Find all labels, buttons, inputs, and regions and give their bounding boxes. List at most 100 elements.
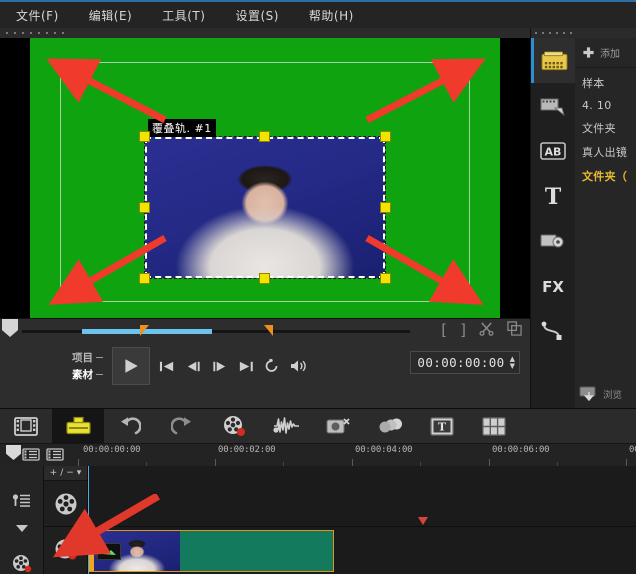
rail-graphic-icon[interactable] (531, 218, 575, 263)
resize-handle-top-center[interactable] (259, 131, 270, 142)
resize-handle-bottom-right[interactable] (380, 273, 391, 284)
multi-trim-button[interactable] (364, 409, 416, 443)
player-timecode-field[interactable]: 00:00:00:00 ▲ ▼ (410, 351, 520, 374)
volume-button[interactable] (289, 358, 308, 374)
trim-button-group: [ ] (441, 321, 522, 339)
ruler-tick-label: 00:00:08:00 (629, 445, 636, 455)
track-number-column: + / − ▾ (44, 466, 88, 574)
rail-transition-icon[interactable]: AB (531, 128, 575, 173)
clip-mode-label[interactable]: 素材 (72, 367, 103, 382)
grip-dot-icon (535, 32, 537, 34)
trim-start-marker[interactable] (140, 325, 149, 336)
video-track-lane[interactable] (88, 481, 636, 527)
overlay-track-icon[interactable] (11, 554, 33, 574)
overlay-selection-box[interactable]: 覆叠轨. #1 (139, 119, 391, 284)
mark-in-button[interactable]: [ (441, 322, 447, 338)
preview-panel-grip[interactable] (0, 28, 530, 38)
title-editor-button[interactable]: T (416, 409, 468, 443)
play-button[interactable] (112, 347, 150, 385)
grip-dot-icon (556, 32, 558, 34)
trim-end-marker[interactable] (264, 325, 273, 336)
preview-playhead-handle[interactable] (2, 319, 18, 337)
rail-instant-project-icon[interactable] (531, 83, 575, 128)
video-track-head[interactable] (44, 481, 87, 527)
timecode-stepper[interactable]: ▲ ▼ (510, 356, 515, 370)
resize-handle-top-right[interactable] (380, 131, 391, 142)
rail-title-icon[interactable]: T (531, 173, 575, 218)
resize-handle-middle-right[interactable] (380, 201, 391, 213)
transition-ab-icon: AB (540, 141, 566, 160)
insert-track-button[interactable] (22, 446, 40, 465)
trim-slider-row[interactable]: [ ] (0, 319, 530, 341)
cut-clip-button[interactable] (479, 321, 494, 339)
track-visibility-button[interactable] (46, 446, 64, 465)
timeline-view-button[interactable] (52, 409, 104, 443)
rail-media-icon[interactable] (531, 38, 575, 83)
menu-settings[interactable]: 设置(S) (233, 4, 280, 27)
timeline-view-icon (65, 416, 91, 435)
menu-help[interactable]: 帮助(H) (307, 4, 356, 27)
remove-track-button[interactable]: − (66, 468, 74, 478)
timeline-playhead-line (88, 466, 89, 574)
project-clip-toggle[interactable]: 项目 素材 (72, 350, 103, 382)
record-capture-button[interactable] (208, 409, 260, 443)
timeline-marker[interactable] (418, 517, 428, 525)
browse-button[interactable]: 浏览 (579, 386, 622, 402)
track-dropdown-button[interactable]: ▾ (77, 468, 82, 478)
rail-path-icon[interactable] (531, 308, 575, 353)
ruler-scale[interactable]: 00:00:00:00 00:00:02:00 00:00:04:00 00:0… (78, 444, 636, 466)
jump-start-button[interactable] (159, 359, 176, 374)
timeline-toolbar: T (0, 408, 636, 444)
skip-forward-icon (239, 361, 253, 371)
overlay-track-head[interactable] (44, 527, 87, 573)
scissors-icon (479, 322, 494, 336)
redo-button[interactable] (156, 409, 208, 443)
resize-handle-bottom-left[interactable] (139, 273, 150, 284)
track-mixer-icon[interactable] (12, 492, 31, 511)
resize-handle-top-left[interactable] (139, 131, 150, 142)
storyboard-grid-button[interactable] (468, 409, 520, 443)
list-item[interactable]: 文件夹 (582, 120, 636, 136)
graphic-icon (540, 234, 564, 247)
rail-fx-icon[interactable]: FX (531, 263, 575, 308)
library-panel-grip[interactable] (531, 28, 636, 38)
menu-file[interactable]: 文件(F) (14, 4, 61, 27)
undo-button[interactable] (104, 409, 156, 443)
player-control-bar: [ ] 项目 素材 00:00:00:00 ▲ ▼ (0, 318, 530, 408)
timeline-clip[interactable] (88, 530, 334, 572)
list-item-selected[interactable]: 文件夹（ (582, 168, 636, 184)
storyboard-view-button[interactable] (0, 409, 52, 443)
timeline-ruler[interactable]: 00:00:00:00 00:00:02:00 00:00:04:00 00:0… (0, 444, 636, 466)
stepper-down-icon[interactable]: ▼ (510, 363, 515, 370)
transport-buttons (112, 347, 308, 385)
mark-out-button[interactable]: ] (460, 322, 466, 338)
track-add-remove-controls[interactable]: + / − ▾ (44, 466, 87, 481)
menu-tools[interactable]: 工具(T) (160, 4, 207, 27)
loop-button[interactable] (263, 358, 280, 374)
previous-frame-button[interactable] (185, 359, 202, 374)
add-media-button[interactable]: 添加 (575, 38, 636, 68)
resize-handle-middle-left[interactable] (139, 201, 150, 213)
list-item[interactable]: 样本 (582, 75, 636, 91)
list-item[interactable]: 4. 10 (582, 99, 636, 112)
list-item[interactable]: 真人出镜 (582, 144, 636, 160)
preview-panel[interactable]: 覆叠轨. #1 (0, 38, 530, 318)
add-track-button[interactable]: + (50, 468, 58, 478)
clip-body (180, 531, 333, 571)
motion-tracking-button[interactable] (312, 409, 364, 443)
audio-mixer-button[interactable] (260, 409, 312, 443)
track-expand-button[interactable] (15, 518, 29, 537)
jump-end-button[interactable] (237, 359, 254, 374)
resize-handle-bottom-center[interactable] (259, 273, 270, 284)
plus-icon (583, 47, 594, 58)
add-media-label: 添加 (600, 49, 620, 60)
next-frame-button[interactable] (211, 359, 228, 374)
library-content: 添加 样本 4. 10 文件夹 真人出镜 文件夹（ 浏览 (575, 38, 636, 408)
chevron-down-icon (15, 525, 28, 532)
project-mode-label[interactable]: 项目 (72, 350, 103, 365)
trim-track[interactable] (22, 330, 410, 333)
overlay-track-lane[interactable] (88, 528, 636, 574)
export-frame-button[interactable] (507, 321, 522, 339)
menu-edit[interactable]: 编辑(E) (87, 4, 134, 27)
track-manager-icon (22, 447, 40, 461)
